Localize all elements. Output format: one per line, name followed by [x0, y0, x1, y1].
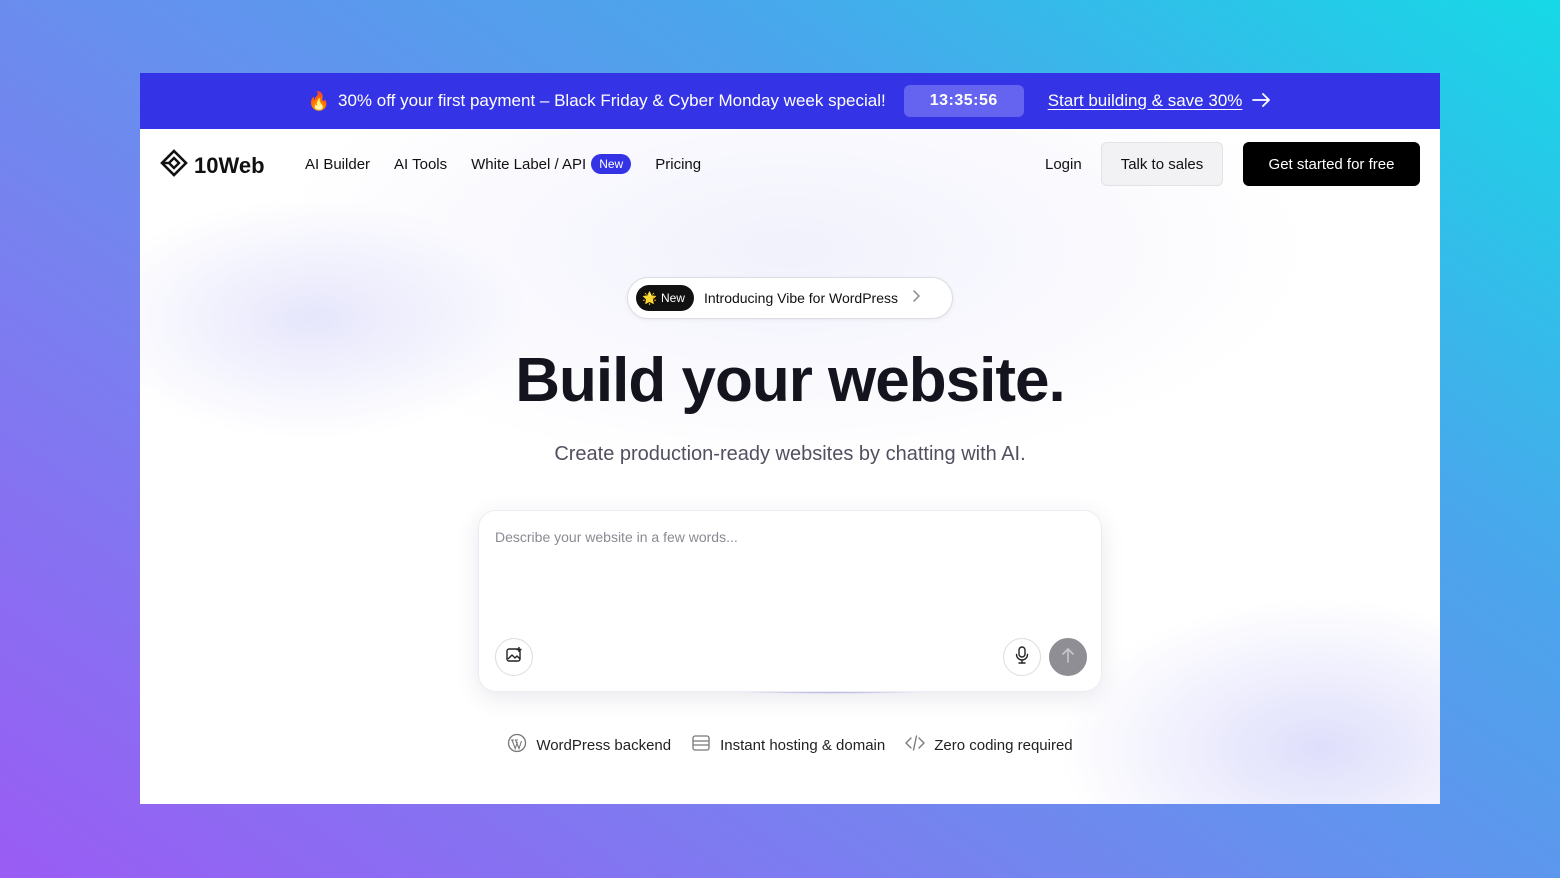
countdown-timer: 13:35:56 [903, 85, 1024, 117]
nav-links: AI Builder AI Tools White Label / API Ne… [305, 154, 701, 174]
microphone-icon [1014, 645, 1030, 669]
page-subtitle: Create production-ready websites by chat… [554, 443, 1026, 465]
logo-text: 10Web [194, 153, 265, 178]
server-icon [691, 734, 711, 756]
hero-background [140, 129, 1440, 804]
chevron-right-icon [912, 289, 921, 307]
code-icon [905, 735, 925, 755]
pill-text: Introducing Vibe for WordPress [703, 290, 898, 306]
get-started-button[interactable]: Get started for free [1243, 142, 1420, 186]
nav-ai-builder[interactable]: AI Builder [305, 156, 370, 173]
nav-white-label[interactable]: White Label / API New [471, 154, 632, 174]
prompt-input[interactable] [495, 529, 1085, 619]
feature-label: WordPress backend [536, 736, 672, 754]
feature-label: Instant hosting & domain [720, 736, 886, 754]
browser-page: 🔥 30% off your first payment – Black Fri… [140, 73, 1440, 804]
sparkle-icon: 🌟 [642, 291, 657, 305]
feature-list: WordPress backend Instant hosting & doma… [140, 733, 1440, 757]
promo-cta-link[interactable]: Start building & save 30% [1048, 91, 1243, 111]
arrow-right-icon[interactable] [1252, 90, 1272, 113]
page-title: Build your website. [515, 346, 1065, 415]
feature-item: WordPress backend [507, 733, 671, 757]
announcement-pill[interactable]: 🌟 New Introducing Vibe for WordPress [627, 277, 953, 319]
send-button[interactable] [1049, 638, 1087, 676]
logo[interactable]: 10Web [160, 149, 265, 183]
feature-item: Zero coding required [905, 733, 1073, 757]
upload-image-button[interactable] [495, 638, 533, 676]
promo-text: 30% off your first payment – Black Frida… [338, 91, 886, 110]
nav-pricing[interactable]: Pricing [655, 156, 701, 173]
new-badge: New [591, 154, 632, 174]
prompt-box [478, 510, 1102, 692]
pill-badge-label: New [660, 291, 685, 305]
nav-white-label-text: White Label / API [471, 155, 587, 173]
voice-input-button[interactable] [1003, 638, 1041, 676]
login-link[interactable]: Login [1045, 156, 1082, 173]
feature-label: Zero coding required [934, 736, 1073, 754]
pill-new-badge: 🌟 New [636, 285, 694, 311]
image-plus-icon [505, 646, 523, 669]
promo-banner: 🔥 30% off your first payment – Black Fri… [140, 73, 1440, 129]
top-nav: 10Web AI Builder AI Tools White Label / … [140, 129, 1440, 201]
fire-icon: 🔥 [307, 90, 331, 111]
talk-to-sales-button[interactable]: Talk to sales [1101, 142, 1223, 186]
feature-item: Instant hosting & domain [691, 733, 885, 757]
wordpress-icon [507, 733, 527, 757]
nav-ai-tools[interactable]: AI Tools [394, 156, 447, 173]
logo-icon [160, 149, 188, 183]
arrow-up-icon [1061, 647, 1075, 668]
